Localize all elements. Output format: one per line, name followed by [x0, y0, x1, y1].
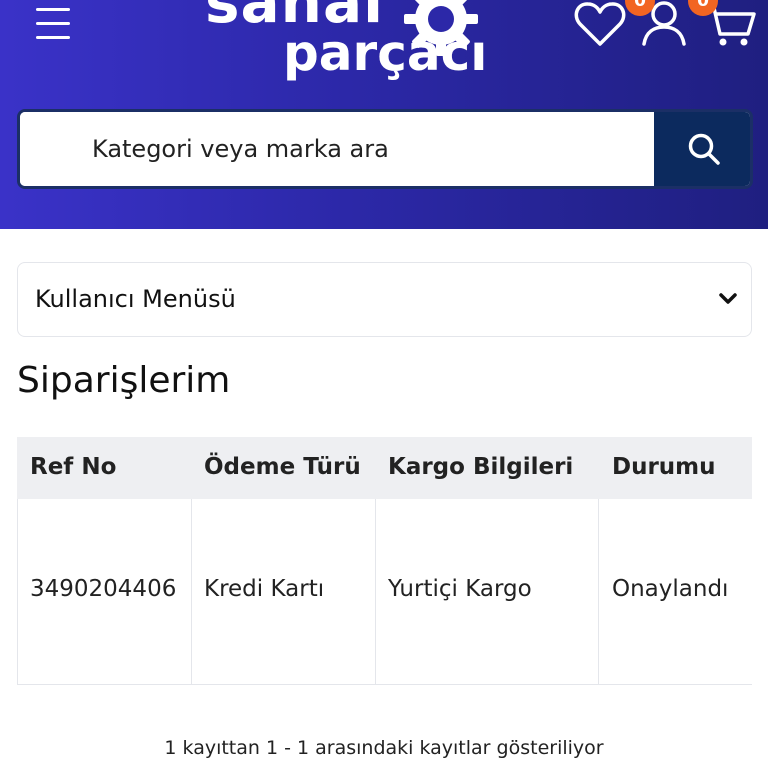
hamburger-menu-icon[interactable]: [36, 6, 70, 40]
search-button[interactable]: [654, 112, 750, 186]
chevron-down-icon: [719, 293, 737, 304]
search-bar: [17, 109, 753, 189]
cell-divider: [17, 499, 18, 685]
order-payment-type: Kredi Kartı: [204, 576, 325, 602]
search-icon: [688, 133, 720, 165]
column-header-ref-no[interactable]: Ref No: [30, 454, 116, 480]
order-shipping-info: Yurtiçi Kargo: [388, 576, 532, 602]
pagination-info: 1 kayıttan 1 - 1 arasındaki kayıtlar gös…: [164, 737, 604, 759]
column-header-status[interactable]: Durumu: [612, 454, 716, 480]
page-title: Siparişlerim: [17, 360, 231, 401]
heart-icon[interactable]: [574, 0, 626, 48]
brand-logo-line2: parçacı: [283, 24, 488, 82]
search-input[interactable]: [20, 112, 654, 186]
table-row[interactable]: 3490204406 Kredi Kartı Yurtiçi Kargo Ona…: [17, 499, 752, 685]
user-menu-dropdown[interactable]: Kullanıcı Menüsü: [17, 262, 752, 337]
site-header: sanal parçacı 0 0: [0, 0, 768, 229]
user-menu-label: Kullanıcı Menüsü: [35, 285, 236, 313]
order-status: Onaylandı: [612, 576, 729, 602]
cell-divider: [375, 499, 376, 685]
order-ref-no: 3490204406: [30, 576, 177, 602]
table-header: Ref No Ödeme Türü Kargo Bilgileri Durumu: [17, 437, 752, 499]
cell-divider: [598, 499, 599, 685]
cell-divider: [191, 499, 192, 685]
column-header-payment-type[interactable]: Ödeme Türü: [204, 454, 361, 480]
brand-logo[interactable]: sanal parçacı: [205, 0, 495, 88]
column-header-shipping-info[interactable]: Kargo Bilgileri: [388, 454, 573, 480]
